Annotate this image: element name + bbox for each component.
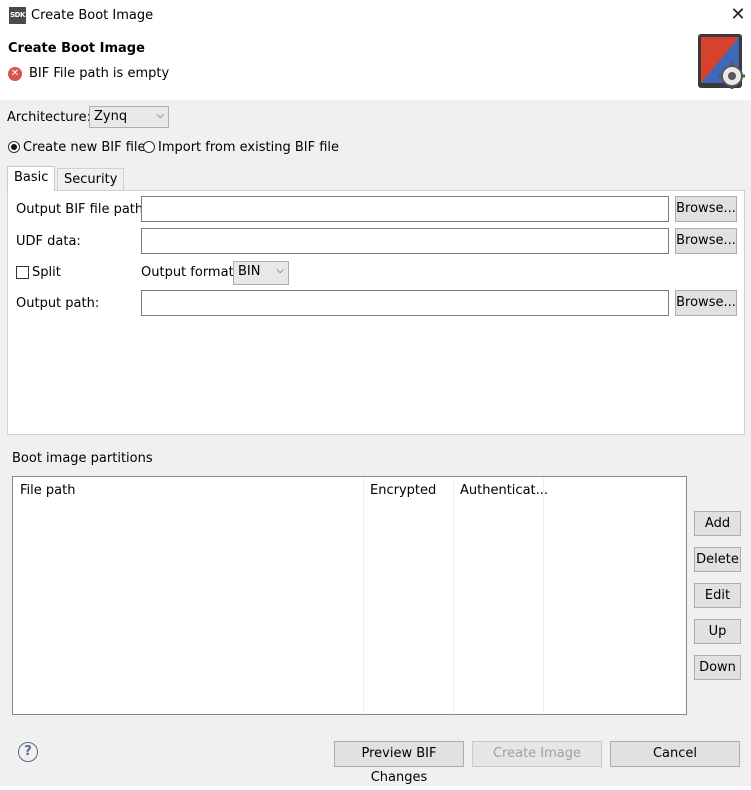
output-bif-input[interactable] (141, 196, 669, 222)
cancel-button[interactable]: Cancel (610, 741, 740, 767)
udf-browse-button[interactable]: Browse... (675, 228, 737, 254)
boot-image-gear-icon (698, 34, 745, 89)
output-format-value: BIN (238, 264, 261, 279)
close-icon[interactable]: ✕ (729, 5, 747, 25)
output-format-label: Output format: (141, 265, 239, 280)
delete-button[interactable]: Delete (694, 547, 741, 572)
architecture-value: Zynq (94, 109, 128, 124)
output-bif-browse-button[interactable]: Browse... (675, 196, 737, 222)
add-button[interactable]: Add (694, 511, 741, 536)
error-message: BIF File path is empty (29, 66, 170, 81)
udf-input[interactable] (141, 228, 669, 254)
column-divider (363, 477, 364, 714)
output-path-label: Output path: (16, 296, 100, 311)
window-title: Create Boot Image (31, 8, 154, 23)
output-path-browse-button[interactable]: Browse... (675, 290, 737, 316)
udf-label: UDF data: (16, 234, 81, 249)
tab-security[interactable]: Security (57, 168, 125, 190)
sdk-app-icon: SDK (9, 7, 26, 24)
chevron-down-icon: ⌵ (276, 265, 284, 276)
column-divider (543, 477, 544, 714)
partitions-table[interactable]: File path Encrypted Authenticat... (12, 476, 687, 715)
import-existing-bif-radio[interactable] (143, 141, 155, 153)
architecture-label: Architecture: (7, 110, 91, 125)
chevron-down-icon: ⌵ (156, 110, 164, 121)
column-header-file-path[interactable]: File path (20, 483, 75, 498)
output-format-select[interactable]: BIN ⌵ (233, 261, 289, 285)
split-checkbox[interactable] (16, 266, 29, 279)
preview-bif-changes-button[interactable]: Preview BIF Changes (334, 741, 464, 785)
output-path-input[interactable] (141, 290, 669, 316)
column-header-authentication[interactable]: Authenticat... (460, 483, 548, 498)
create-new-bif-label: Create new BIF file (23, 140, 146, 155)
create-new-bif-radio[interactable] (8, 141, 20, 153)
edit-button[interactable]: Edit (694, 583, 741, 608)
up-button[interactable]: Up (694, 619, 741, 644)
create-image-button[interactable]: Create Image (472, 741, 602, 767)
split-label: Split (32, 265, 61, 280)
architecture-select[interactable]: Zynq ⌵ (89, 106, 169, 128)
tab-basic[interactable]: Basic (7, 166, 56, 191)
column-divider (453, 477, 454, 714)
down-button[interactable]: Down (694, 655, 741, 680)
output-bif-label: Output BIF file path: (16, 202, 148, 217)
column-header-encrypted[interactable]: Encrypted (370, 483, 436, 498)
header-title: Create Boot Image (8, 41, 145, 56)
help-icon[interactable]: ? (18, 742, 38, 762)
error-icon: ✕ (8, 67, 22, 81)
import-existing-bif-label: Import from existing BIF file (158, 140, 340, 155)
partitions-section-label: Boot image partitions (12, 451, 153, 466)
